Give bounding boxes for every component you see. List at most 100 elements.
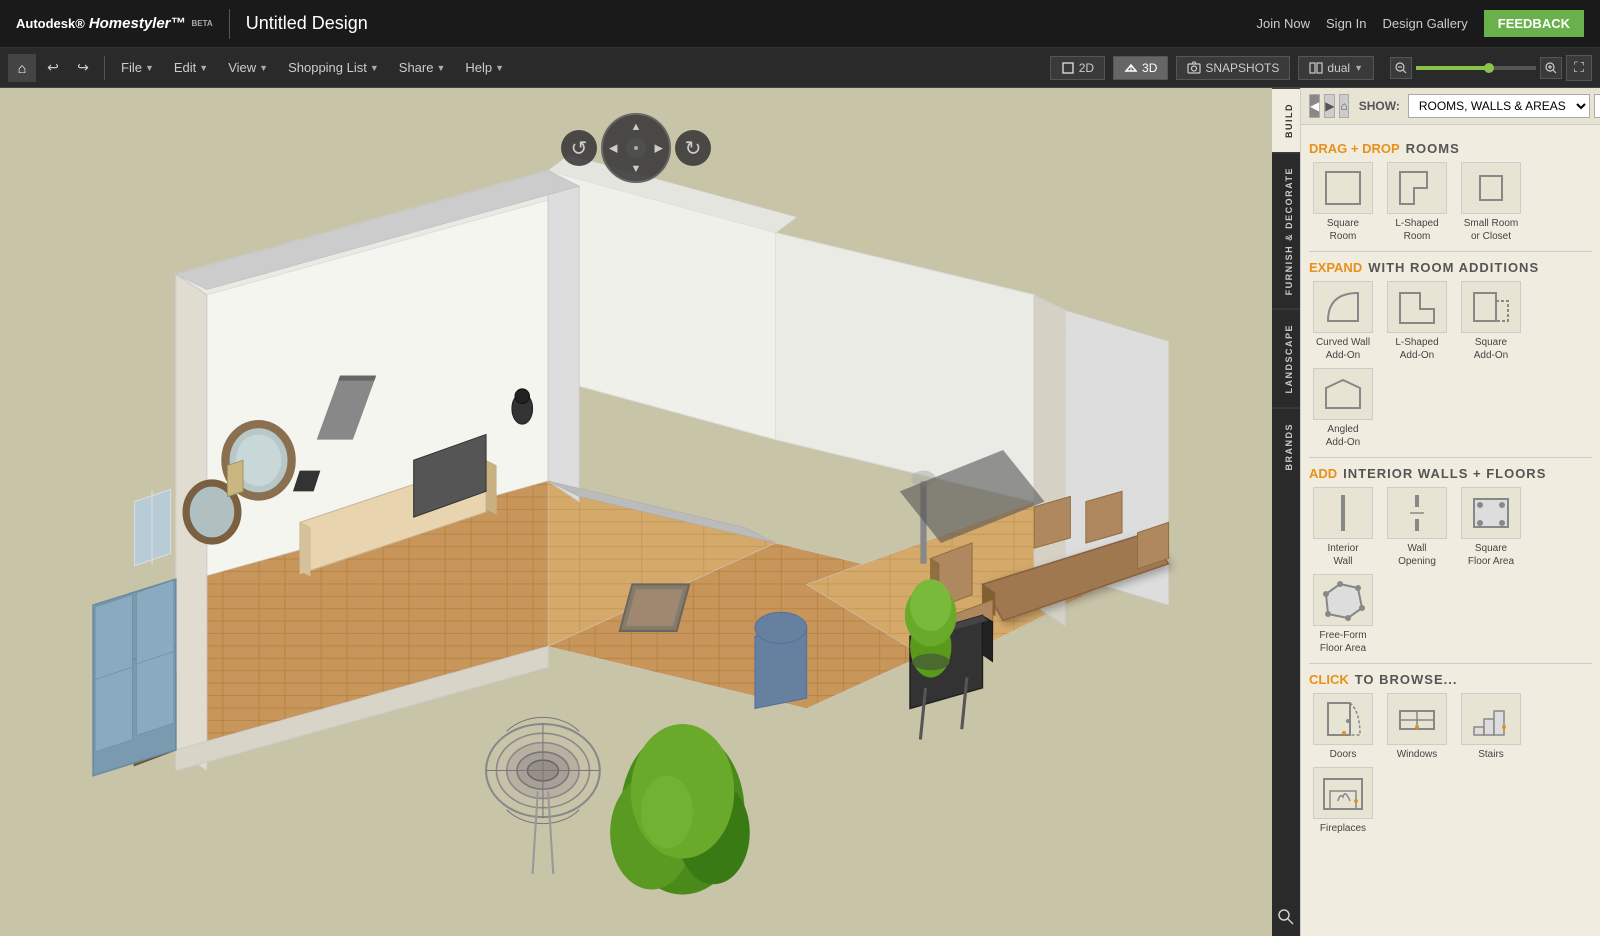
show-label: SHOW: — [1359, 99, 1400, 113]
sign-in-link[interactable]: Sign In — [1326, 16, 1366, 31]
pan-down-button[interactable]: ▼ — [631, 163, 642, 175]
menu-separator-1 — [104, 56, 105, 80]
viewport-canvas[interactable]: ↺ ▲ ▼ ◀ ▶ ↻ — [0, 88, 1272, 936]
interior-wall-shape — [1318, 491, 1368, 535]
click-browse-title: CLICK TO BROWSE... — [1309, 672, 1592, 687]
expand-additions-grid: Curved WallAdd-On L-ShapedAdd-On — [1309, 281, 1592, 449]
curved-wall-label: Curved WallAdd-On — [1316, 336, 1370, 362]
drag-drop-rooms-title: DRAG + DROP ROOMS — [1309, 141, 1592, 156]
windows-label: Windows — [1397, 748, 1438, 761]
doors-icon — [1313, 693, 1373, 745]
square-room-icon — [1313, 162, 1373, 214]
view-3d-button[interactable]: 3D — [1113, 56, 1168, 80]
rotate-left-button[interactable]: ↺ — [561, 130, 597, 166]
angled-addon-item[interactable]: AngledAdd-On — [1309, 368, 1377, 449]
interior-walls-floors-grid: InteriorWall WallOpening — [1309, 487, 1592, 655]
pan-right-button[interactable]: ▶ — [655, 142, 663, 155]
square-addon-shape — [1466, 285, 1516, 329]
zoom-out-button[interactable] — [1390, 57, 1412, 79]
small-room-item[interactable]: Small Roomor Closet — [1457, 162, 1525, 243]
divider-2 — [1309, 457, 1592, 458]
redo-button[interactable]: ↪ — [70, 55, 96, 81]
app-logo: Autodesk® Homestyler™ BETA — [16, 15, 213, 32]
logo-homestyler: Homestyler™ — [89, 15, 186, 32]
interior-wall-icon — [1313, 487, 1373, 539]
square-floor-item[interactable]: SquareFloor Area — [1457, 487, 1525, 568]
logo-divider — [229, 9, 230, 39]
square-room-shape — [1318, 166, 1368, 210]
expand-additions-title: EXPAND WITH ROOM ADDITIONS — [1309, 260, 1592, 275]
wall-opening-item[interactable]: WallOpening — [1383, 487, 1451, 568]
zoom-slider-thumb[interactable] — [1484, 63, 1494, 73]
zoom-in-button[interactable] — [1540, 57, 1562, 79]
windows-item[interactable]: Windows — [1383, 693, 1451, 761]
landscape-tab[interactable]: LANDSCAPE — [1272, 309, 1300, 408]
side-tab-bar: BUILD FURNISH & DECORATE LANDSCAPE BRAND… — [1272, 88, 1300, 936]
panel-search-input[interactable] — [1594, 94, 1600, 118]
3d-navigation-control: ↺ ▲ ▼ ◀ ▶ ↻ — [576, 108, 696, 188]
square-addon-icon — [1461, 281, 1521, 333]
divider-1 — [1309, 251, 1592, 252]
show-dropdown[interactable]: ROOMS, WALLS & AREAS FLOORS CEILINGS ALL — [1408, 94, 1590, 118]
square-addon-item[interactable]: SquareAdd-On — [1457, 281, 1525, 362]
zoom-controls: ⛶ — [1390, 55, 1592, 81]
pan-up-button[interactable]: ▲ — [631, 121, 642, 133]
fireplaces-shape — [1318, 771, 1368, 815]
fullscreen-button[interactable]: ⛶ — [1566, 55, 1592, 81]
curved-wall-item[interactable]: Curved WallAdd-On — [1309, 281, 1377, 362]
l-shaped-addon-icon — [1387, 281, 1447, 333]
l-shaped-room-item[interactable]: L-ShapedRoom — [1383, 162, 1451, 243]
fireplaces-label: Fireplaces — [1320, 822, 1366, 835]
curved-wall-shape — [1318, 285, 1368, 329]
view-2d-button[interactable]: 2D — [1050, 56, 1105, 80]
edit-menu[interactable]: Edit ▼ — [166, 56, 216, 79]
shopping-list-menu[interactable]: Shopping List ▼ — [280, 56, 387, 79]
feedback-button[interactable]: FEEDBACK — [1484, 10, 1584, 37]
fireplaces-icon — [1313, 767, 1373, 819]
undo-button[interactable]: ↩ — [40, 55, 66, 81]
wall-opening-label: WallOpening — [1398, 542, 1436, 568]
top-right-nav: Join Now Sign In Design Gallery FEEDBACK — [1257, 10, 1584, 37]
magnifier-button[interactable] — [1272, 901, 1300, 936]
dual-view-button[interactable]: dual ▼ — [1298, 56, 1374, 80]
l-shaped-addon-shape — [1392, 285, 1442, 329]
panel-forward-button[interactable]: ▶ — [1324, 94, 1335, 118]
panel-search: 🔍 — [1594, 94, 1600, 118]
snapshots-button[interactable]: SNAPSHOTS — [1176, 56, 1290, 80]
zoom-in-icon — [1545, 62, 1557, 74]
home-button[interactable]: ⌂ — [8, 54, 36, 82]
interior-walls-floors-title: ADD INTERIOR WALLS + FLOORS — [1309, 466, 1592, 481]
square-room-item[interactable]: SquareRoom — [1309, 162, 1377, 243]
file-menu[interactable]: File ▼ — [113, 56, 162, 79]
small-room-icon — [1461, 162, 1521, 214]
design-gallery-link[interactable]: Design Gallery — [1383, 16, 1468, 31]
stairs-item[interactable]: Stairs — [1457, 693, 1525, 761]
stairs-shape — [1466, 697, 1516, 741]
share-menu[interactable]: Share ▼ — [391, 56, 454, 79]
brands-tab[interactable]: BRANDS — [1272, 408, 1300, 485]
doors-item[interactable]: Doors — [1309, 693, 1377, 761]
panel-home-button[interactable]: ⌂ — [1339, 94, 1348, 118]
build-tab[interactable]: BUILD — [1272, 88, 1300, 152]
view-menu[interactable]: View ▼ — [220, 56, 276, 79]
zoom-slider-track[interactable] — [1416, 66, 1536, 70]
square-room-label: SquareRoom — [1327, 217, 1359, 243]
wall-opening-icon — [1387, 487, 1447, 539]
stairs-icon — [1461, 693, 1521, 745]
help-menu[interactable]: Help ▼ — [457, 56, 512, 79]
pan-left-button[interactable]: ◀ — [609, 142, 617, 155]
rotate-right-button[interactable]: ↻ — [675, 130, 711, 166]
curved-wall-icon — [1313, 281, 1373, 333]
freeform-floor-item[interactable]: Free-FormFloor Area — [1309, 574, 1377, 655]
join-now-link[interactable]: Join Now — [1257, 16, 1310, 31]
design-title: Untitled Design — [246, 13, 368, 34]
furnish-decorate-tab[interactable]: FURNISH & DECORATE — [1272, 152, 1300, 309]
panel-back-button[interactable]: ◀ — [1309, 94, 1320, 118]
freeform-floor-shape — [1318, 578, 1368, 622]
interior-wall-item[interactable]: InteriorWall — [1309, 487, 1377, 568]
fireplaces-item[interactable]: Fireplaces — [1309, 767, 1377, 835]
pan-control-ring: ▲ ▼ ◀ ▶ — [601, 113, 671, 183]
doors-label: Doors — [1330, 748, 1357, 761]
l-shaped-addon-item[interactable]: L-ShapedAdd-On — [1383, 281, 1451, 362]
angled-addon-shape — [1318, 372, 1368, 416]
